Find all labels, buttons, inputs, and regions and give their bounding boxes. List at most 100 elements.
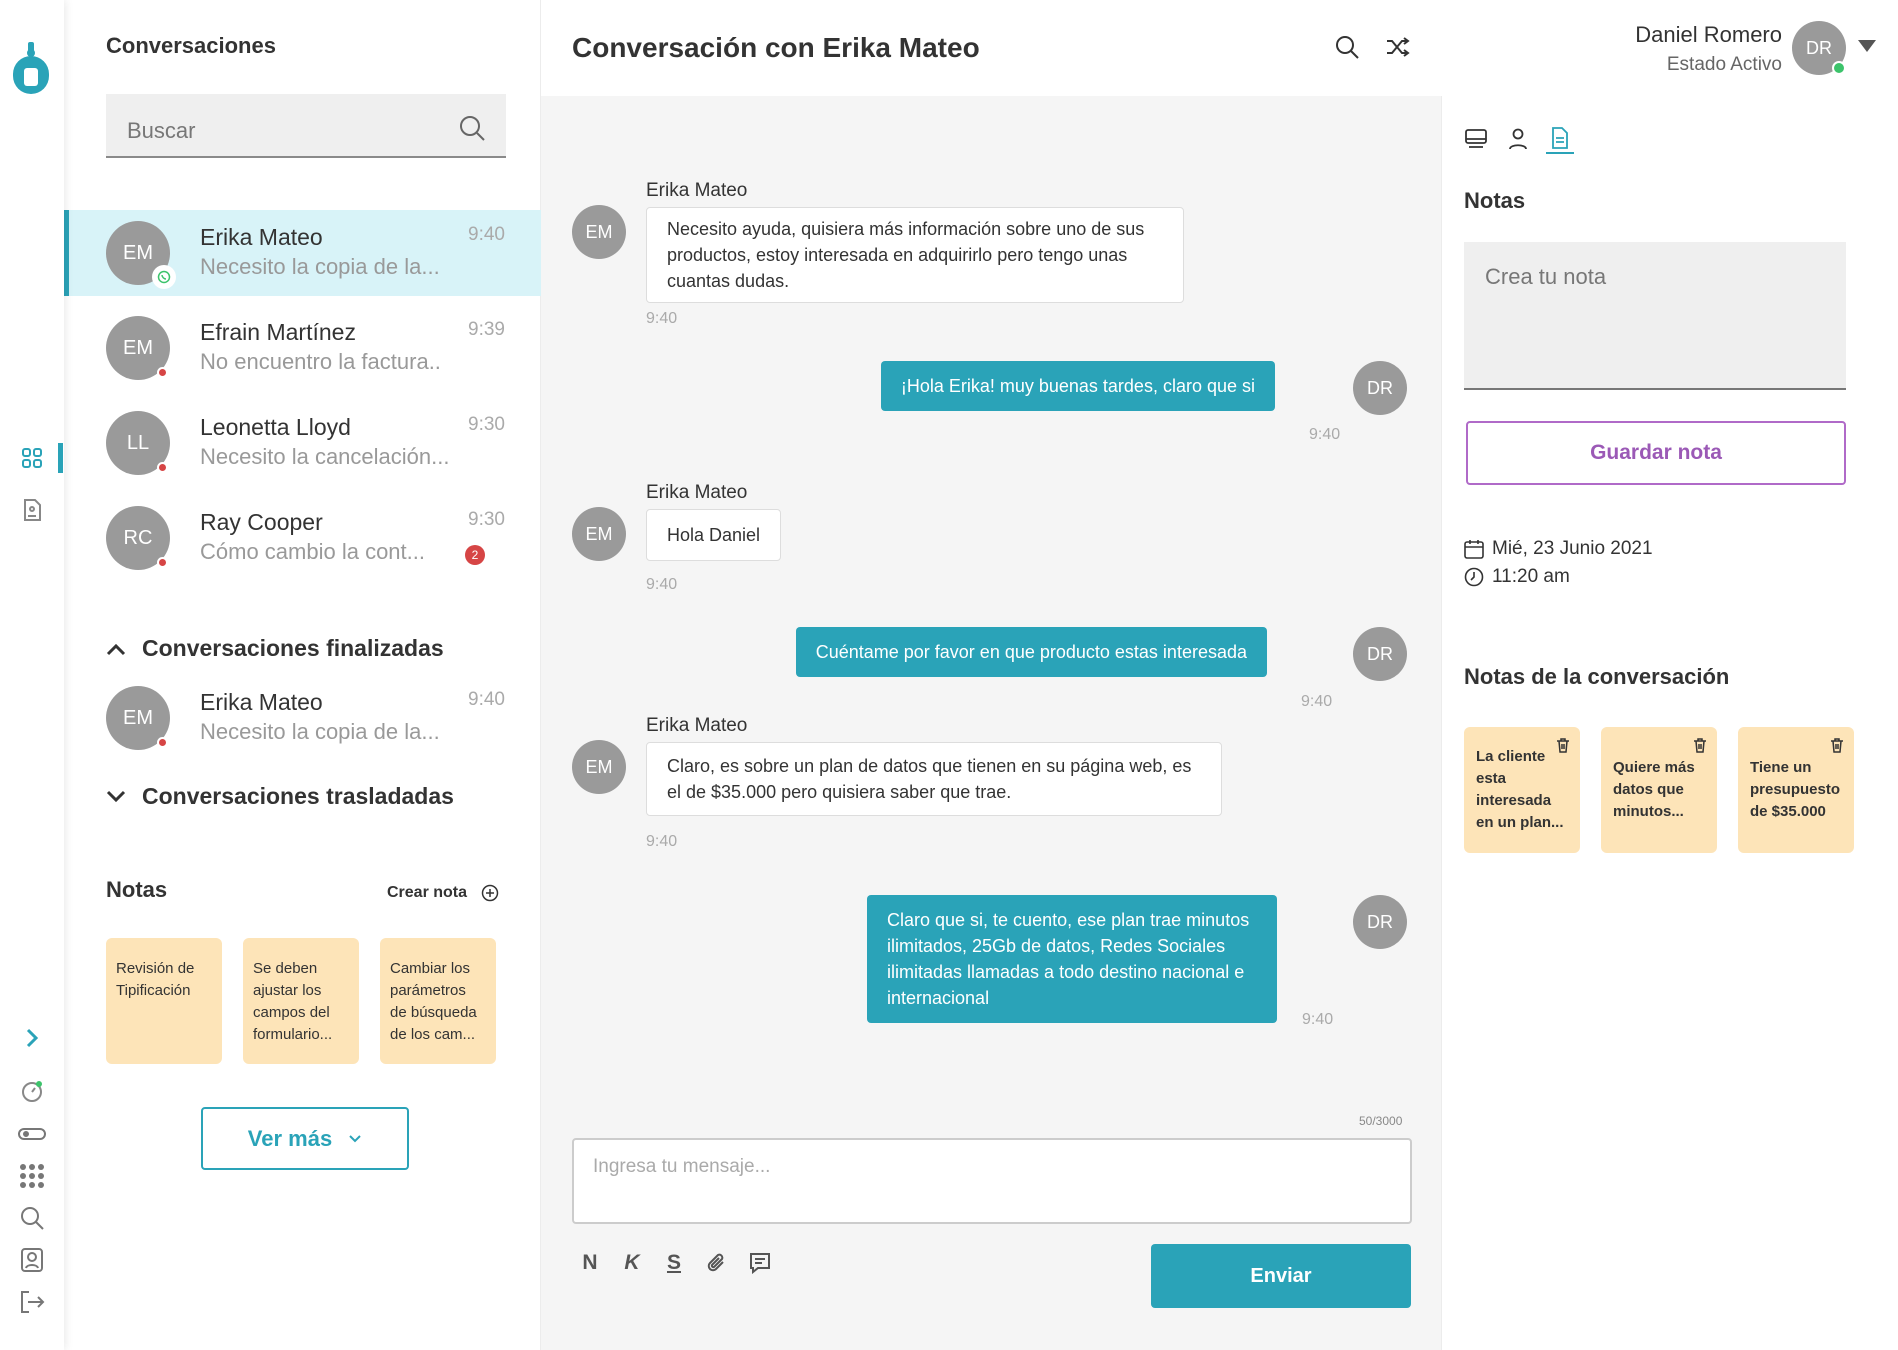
message-time: 9:40 bbox=[468, 689, 505, 710]
transferred-conversations-toggle[interactable]: Conversaciones trasladadas bbox=[106, 783, 454, 810]
message-bubble: Cuéntame por favor en que producto estas… bbox=[795, 627, 1267, 677]
tab-device[interactable] bbox=[1462, 124, 1490, 154]
caret-down-icon[interactable] bbox=[1858, 40, 1876, 52]
dashboard-icon[interactable] bbox=[14, 443, 50, 473]
message-bubble: Claro que si, te cuento, ese plan trae m… bbox=[867, 895, 1277, 1023]
chevron-down-icon bbox=[349, 1134, 361, 1142]
logout-icon[interactable] bbox=[14, 1287, 50, 1317]
note-text: Quiere más datos que minutos... bbox=[1613, 759, 1695, 820]
clock-icon bbox=[1464, 567, 1484, 587]
app-logo bbox=[13, 42, 49, 94]
status-dot bbox=[157, 462, 168, 473]
status-dot bbox=[157, 737, 168, 748]
message-input[interactable]: Ingresa tu mensaje... bbox=[572, 1138, 1412, 1224]
note-card[interactable]: Revisión de Tipificación bbox=[106, 938, 222, 1064]
attach-icon[interactable] bbox=[703, 1248, 731, 1278]
status-dot bbox=[157, 557, 168, 568]
conversation-item[interactable]: EM Efrain Martínez No encuentro la factu… bbox=[64, 305, 541, 391]
conversation-item[interactable]: RC Ray Cooper Cómo cambio la cont... 9:3… bbox=[64, 495, 541, 581]
send-button[interactable]: Enviar bbox=[1151, 1244, 1411, 1308]
tab-contact[interactable] bbox=[1504, 124, 1532, 154]
avatar: RC bbox=[106, 506, 170, 570]
note-textarea[interactable]: Crea tu nota bbox=[1464, 242, 1846, 390]
conversation-item[interactable]: EM Erika Mateo Necesito la copia de la..… bbox=[64, 675, 541, 761]
note-time-text: 11:20 am bbox=[1492, 566, 1570, 587]
search-icon[interactable] bbox=[1334, 34, 1360, 60]
message-time: 9:40 bbox=[646, 833, 678, 850]
chevron-up-icon bbox=[106, 643, 126, 655]
conversation-note-card[interactable]: Quiere más datos que minutos... bbox=[1601, 727, 1717, 853]
contact-name: Erika Mateo bbox=[200, 689, 323, 715]
conversation-notes-title: Notas de la conversación bbox=[1464, 664, 1730, 689]
tab-notes[interactable] bbox=[1546, 124, 1574, 154]
see-more-button[interactable]: Ver más bbox=[201, 1107, 409, 1170]
search-placeholder: Buscar bbox=[127, 118, 196, 143]
conversation-note-card[interactable]: La cliente esta interesada en un plan... bbox=[1464, 727, 1580, 853]
note-card[interactable]: Cambiar los parámetros de búsqueda de lo… bbox=[380, 938, 496, 1064]
message-bubble: Claro, es sobre un plan de datos que tie… bbox=[646, 742, 1222, 816]
avatar: EM bbox=[572, 507, 626, 561]
italic-button[interactable]: K bbox=[620, 1248, 644, 1278]
search-icon[interactable] bbox=[14, 1203, 50, 1233]
online-status-dot bbox=[1832, 61, 1846, 75]
message-preview: No encuentro la factura.. bbox=[200, 349, 441, 374]
trash-icon[interactable] bbox=[1830, 737, 1844, 753]
avatar: LL bbox=[106, 411, 170, 475]
note-text: La cliente esta interesada en un plan... bbox=[1476, 748, 1564, 831]
chat-title: Conversación con Erika Mateo bbox=[572, 32, 980, 63]
notes-title: Notas bbox=[106, 877, 168, 902]
transfer-icon[interactable] bbox=[1385, 34, 1411, 60]
strike-button[interactable]: S bbox=[662, 1248, 686, 1278]
conversation-search[interactable]: Buscar bbox=[106, 94, 506, 158]
user-name: Daniel Romero bbox=[1635, 22, 1782, 47]
conversation-note-card[interactable]: Tiene un presupuesto de $35.000 bbox=[1738, 727, 1854, 853]
trash-icon[interactable] bbox=[1556, 737, 1570, 753]
user-avatar[interactable]: DR bbox=[1792, 21, 1846, 75]
save-note-button[interactable]: Guardar nota bbox=[1466, 421, 1846, 485]
message-bubble: ¡Hola Erika! muy buenas tardes, claro qu… bbox=[880, 361, 1275, 411]
rail-active-indicator bbox=[58, 443, 63, 473]
message-time: 9:40 bbox=[1301, 693, 1333, 710]
note-text: Tiene un presupuesto de $35.000 bbox=[1750, 759, 1841, 820]
see-more-label: Ver más bbox=[247, 1125, 333, 1151]
search-icon[interactable] bbox=[458, 114, 486, 142]
sender-name: Erika Mateo bbox=[646, 482, 748, 503]
conversation-item[interactable]: EM Erika Mateo Necesito la copia de la..… bbox=[64, 210, 541, 296]
message-time: 9:40 bbox=[646, 310, 678, 327]
message-time: 9:40 bbox=[468, 224, 505, 245]
avatar: EM bbox=[572, 740, 626, 794]
create-note-button[interactable]: Crear nota bbox=[387, 884, 499, 902]
note-card[interactable]: Se deben ajustar los campos del formular… bbox=[243, 938, 359, 1064]
toggle-icon[interactable] bbox=[14, 1119, 50, 1149]
status-timer-icon[interactable] bbox=[14, 1076, 50, 1106]
character-counter: 50/3000 bbox=[1359, 1114, 1403, 1128]
note-date-text: Mié, 23 Junio 2021 bbox=[1492, 538, 1653, 559]
avatar: EM bbox=[106, 686, 170, 750]
profile-icon[interactable] bbox=[14, 1245, 50, 1275]
note-time: 11:20 am bbox=[1464, 566, 1570, 588]
user-icon bbox=[1509, 128, 1527, 150]
finished-conversations-toggle[interactable]: Conversaciones finalizadas bbox=[106, 635, 444, 662]
expand-chevron-icon[interactable] bbox=[14, 1023, 50, 1053]
template-message-icon[interactable] bbox=[746, 1248, 774, 1278]
avatar: DR bbox=[1353, 627, 1407, 681]
transferred-conversations-label: Conversaciones trasladadas bbox=[142, 783, 454, 809]
finished-conversations-label: Conversaciones finalizadas bbox=[142, 635, 444, 661]
chat-header: Conversación con Erika Mateo bbox=[541, 0, 1441, 96]
note-document-icon bbox=[1552, 127, 1568, 149]
document-icon[interactable] bbox=[14, 495, 50, 525]
monitor-icon bbox=[1465, 129, 1487, 148]
conversation-list-panel: Conversaciones Buscar EM Erika Mateo Nec… bbox=[64, 0, 541, 1350]
message-bubble: Necesito ayuda, quisiera más información… bbox=[646, 207, 1184, 303]
avatar: EM bbox=[572, 205, 626, 259]
add-circle-icon bbox=[481, 884, 499, 902]
user-status: Estado Activo bbox=[1666, 54, 1782, 75]
avatar: EM bbox=[106, 221, 176, 289]
notes-panel-title: Notas bbox=[1464, 188, 1526, 213]
create-note-label: Crear nota bbox=[387, 884, 468, 901]
apps-grid-icon[interactable] bbox=[14, 1161, 50, 1191]
message-bubble: Hola Daniel bbox=[646, 509, 782, 561]
trash-icon[interactable] bbox=[1693, 737, 1707, 753]
bold-button[interactable]: N bbox=[578, 1248, 602, 1278]
conversation-item[interactable]: LL Leonetta Lloyd Necesito la cancelació… bbox=[64, 400, 541, 486]
